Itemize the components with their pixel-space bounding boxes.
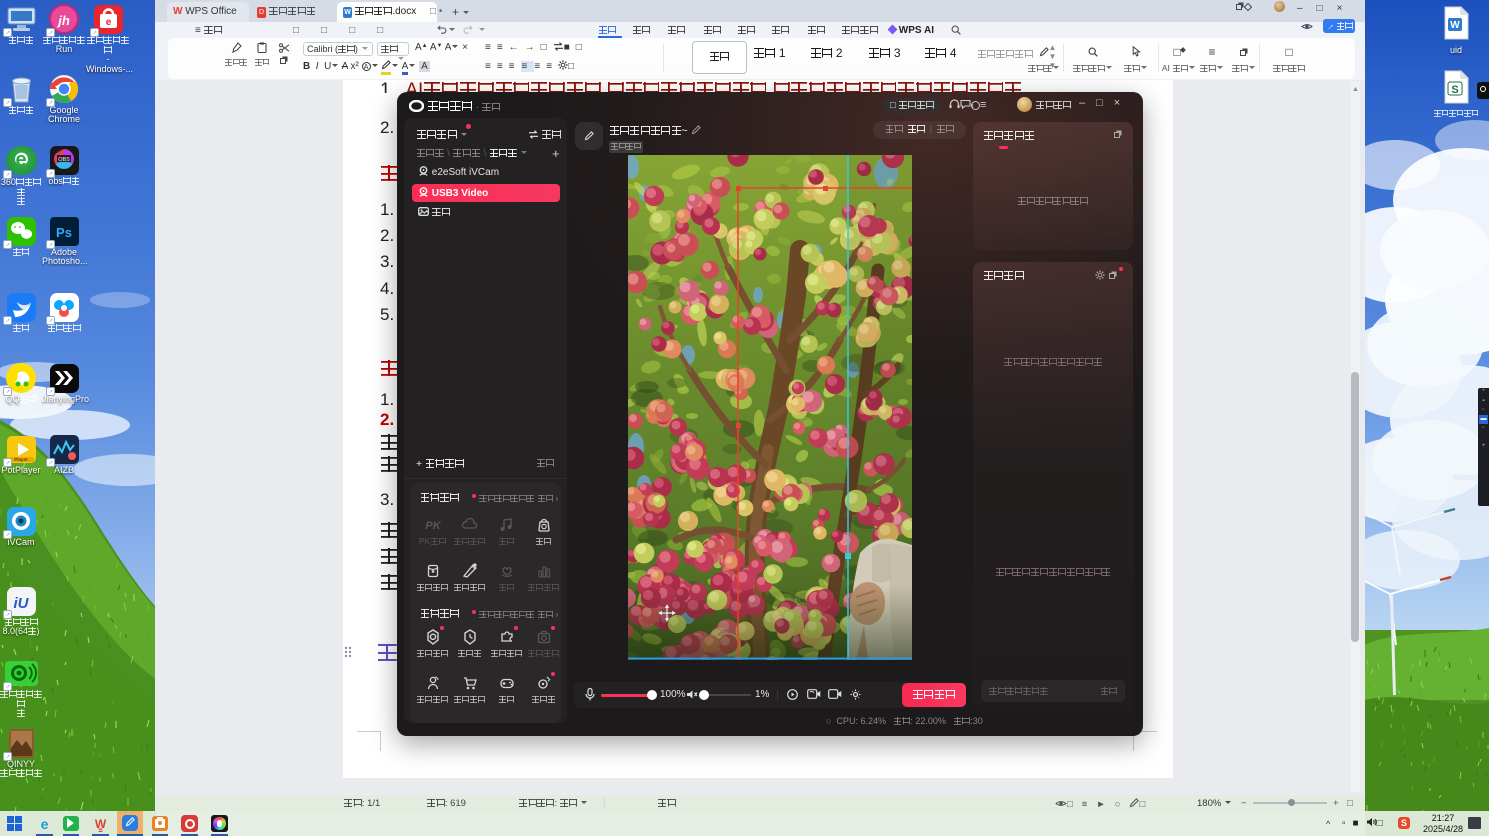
svg-text:jh: jh: [56, 13, 70, 28]
svg-text:S: S: [1451, 84, 1458, 96]
svg-text:e: e: [105, 17, 111, 28]
svg-text:iU: iU: [13, 595, 29, 612]
svg-text:OBS: OBS: [58, 157, 70, 163]
svg-text:W: W: [1450, 20, 1460, 31]
svg-text:Ps: Ps: [56, 225, 72, 240]
svg-text:Player: Player: [14, 457, 28, 462]
svg-text:PK: PK: [425, 520, 441, 532]
